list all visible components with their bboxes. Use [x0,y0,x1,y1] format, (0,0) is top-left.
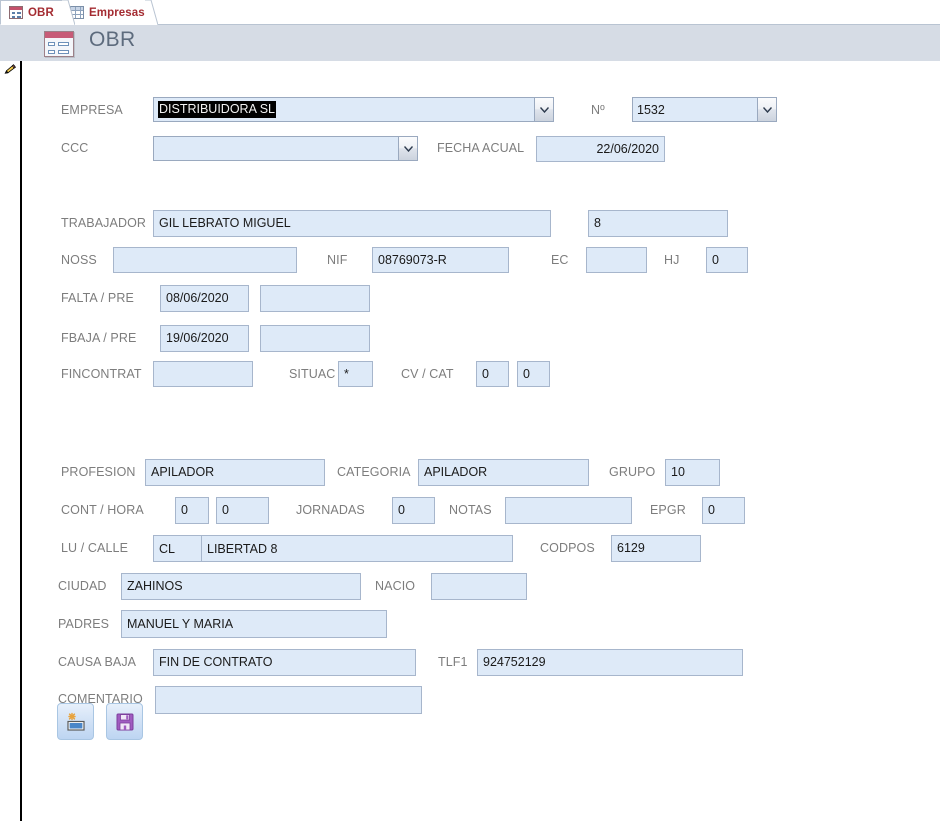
falta-field[interactable]: 08/06/2020 [160,285,249,312]
label-hj: HJ [664,253,680,267]
label-epgr: EPGR [650,503,686,517]
label-empresa: EMPRESA [61,103,123,117]
calle-field[interactable]: LIBERTAD 8 [202,535,513,562]
hj-field[interactable]: 0 [706,247,748,273]
tab-obr-edge [62,0,75,25]
label-cont-hora: CONT / HORA [61,503,144,517]
comentario-field[interactable] [155,686,422,714]
tab-obr[interactable]: OBR [0,0,62,25]
save-floppy-icon [116,713,133,730]
numero-combobox[interactable]: 1532 [632,97,777,122]
lu-field[interactable]: CL [153,535,202,562]
hora-field[interactable]: 0 [216,497,269,524]
empresa-combobox[interactable]: DISTRIBUIDORA SL [153,97,554,122]
cat-field[interactable]: 0 [517,361,550,387]
label-falta-pre: FALTA / PRE [61,291,134,305]
empresa-selected-text: DISTRIBUIDORA SL [158,101,276,118]
label-nif: NIF [327,253,348,267]
nif-field[interactable]: 08769073-R [372,247,509,273]
new-record-icon [66,712,85,731]
ec-field[interactable] [586,247,647,273]
categoria-field[interactable]: APILADOR [418,459,589,486]
padres-field[interactable]: MANUEL Y MARIA [121,610,387,638]
fbaja-pre-field[interactable] [260,325,370,352]
label-fincontrat: FINCONTRAT [61,367,142,381]
label-trabajador: TRABAJADOR [61,216,147,230]
label-fbaja-pre: FBAJA / PRE [61,331,137,345]
label-ccc: CCC [61,141,89,155]
tab-obr-label: OBR [28,6,54,19]
tlf1-field[interactable]: 924752129 [477,649,743,676]
label-causa-baja: CAUSA BAJA [58,655,137,669]
noss-field[interactable] [113,247,297,273]
tab-empresas-label: Empresas [89,6,145,19]
jornadas-field[interactable]: 0 [392,497,435,524]
label-nacio: NACIO [375,579,416,593]
label-ec: EC [551,253,569,267]
form-icon [9,6,23,19]
form-header-band [0,25,940,61]
falta-pre-field[interactable] [260,285,370,312]
codpos-field[interactable]: 6129 [611,535,701,562]
situac-field[interactable]: * [338,361,373,387]
label-notas: NOTAS [449,503,492,517]
cv-field[interactable]: 0 [476,361,509,387]
empresa-combobox-value[interactable]: DISTRIBUIDORA SL [153,97,534,122]
form-body: EMPRESA DISTRIBUIDORA SL Nº 1532 CCC FEC… [0,61,940,821]
ciudad-field[interactable]: ZAHINOS [121,573,361,600]
label-codpos: CODPOS [540,541,595,555]
new-record-button[interactable] [57,703,94,740]
label-lu-calle: LU / CALLE [61,541,129,555]
label-numero: Nº [591,103,605,117]
fincontrat-field[interactable] [153,361,253,387]
trabajador-field[interactable]: GIL LEBRATO MIGUEL [153,210,551,237]
save-record-button[interactable] [106,703,143,740]
fecha-acual-field[interactable]: 22/06/2020 [536,136,665,162]
numero-combobox-value[interactable]: 1532 [632,97,757,122]
lu-calle-field-group: CL LIBERTAD 8 [153,535,513,562]
label-profesion: PROFESION [61,465,136,479]
tab-empresas-edge [145,0,158,25]
ccc-combobox-value[interactable] [153,136,398,161]
epgr-field[interactable]: 0 [702,497,745,524]
page-title: OBR [89,28,136,51]
label-noss: NOSS [61,253,97,267]
obr-form: EMPRESA DISTRIBUIDORA SL Nº 1532 CCC FEC… [0,61,940,821]
label-situac: SITUAC [289,367,336,381]
tab-bar: OBR Empresas [0,0,940,25]
cont-field[interactable]: 0 [175,497,209,524]
causa-baja-field[interactable]: FIN DE CONTRATO [153,649,416,676]
label-grupo: GRUPO [609,465,656,479]
ccc-combobox[interactable] [153,136,418,161]
form-icon-large [44,31,74,57]
trabajador-numero-field[interactable]: 8 [588,210,728,237]
nacio-field[interactable] [431,573,527,600]
label-ciudad: CIUDAD [58,579,107,593]
grupo-field[interactable]: 10 [665,459,720,486]
label-fecha-acual: FECHA ACUAL [437,141,525,155]
notas-field[interactable] [505,497,632,524]
numero-dropdown-arrow[interactable] [757,97,777,122]
label-categoria: CATEGORIA [337,465,411,479]
label-padres: PADRES [58,617,110,631]
fbaja-field[interactable]: 19/06/2020 [160,325,249,352]
label-tlf1: TLF1 [438,655,468,669]
label-cv-cat: CV / CAT [401,367,454,381]
ccc-dropdown-arrow[interactable] [398,136,418,161]
label-jornadas: JORNADAS [296,503,365,517]
empresa-dropdown-arrow[interactable] [534,97,554,122]
profesion-field[interactable]: APILADOR [145,459,325,486]
